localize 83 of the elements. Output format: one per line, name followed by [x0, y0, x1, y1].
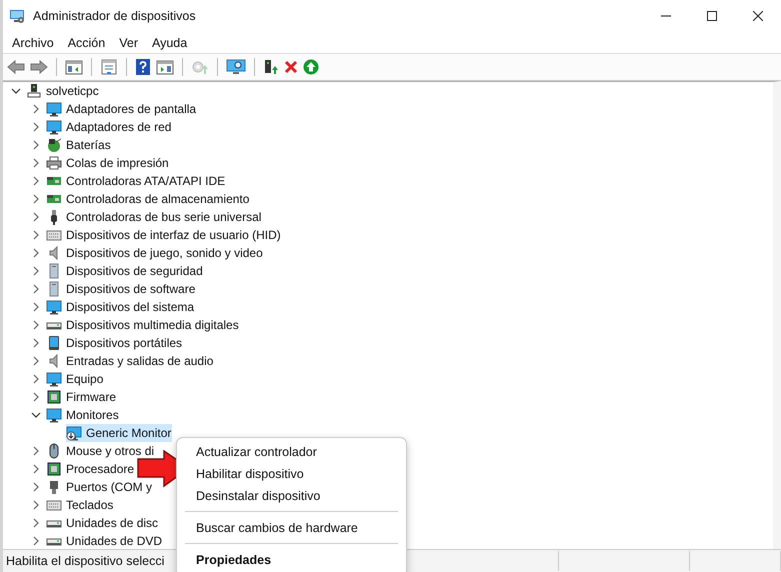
menu-item[interactable]: Desinstalar dispositivo — [185, 485, 398, 507]
chevron-icon[interactable] — [31, 140, 41, 150]
chip-icon — [46, 461, 62, 477]
tree-item[interactable]: Entradas y salidas de audio — [46, 352, 214, 370]
chevron-icon[interactable] — [31, 446, 41, 456]
chevron-icon[interactable] — [31, 122, 41, 132]
chevron-icon[interactable] — [31, 392, 41, 402]
chevron-icon[interactable] — [31, 176, 41, 186]
pane-icon[interactable] — [156, 59, 174, 75]
maximize-icon — [707, 11, 717, 21]
tree-item[interactable]: Puertos (COM y — [46, 478, 154, 496]
help-icon[interactable] — [135, 59, 151, 75]
menu-item[interactable]: Buscar cambios de hardware — [185, 517, 398, 539]
pane-icon[interactable] — [65, 59, 83, 75]
monitor-icon — [46, 101, 62, 117]
chevron-icon[interactable] — [31, 410, 41, 420]
tree-item[interactable]: Dispositivos multimedia digitales — [46, 316, 240, 334]
tree-item[interactable]: Equipo — [46, 370, 104, 388]
tree-item[interactable]: Adaptadores de pantalla — [46, 100, 198, 118]
chevron-icon[interactable] — [31, 266, 41, 276]
chevron-icon[interactable] — [31, 230, 41, 240]
chevron-icon[interactable] — [31, 356, 41, 366]
tree-item[interactable]: Unidades de disc — [46, 514, 160, 532]
tree-item[interactable]: Monitores — [46, 406, 120, 424]
forward-icon[interactable] — [30, 59, 48, 75]
chevron-icon[interactable] — [31, 212, 41, 222]
menu-item[interactable]: Propiedades — [185, 549, 398, 571]
monitor-icon — [46, 119, 62, 135]
tree-item[interactable]: Baterías — [46, 136, 112, 154]
tree-item[interactable]: Dispositivos de seguridad — [46, 262, 204, 280]
tree-item[interactable]: Adaptadores de red — [46, 118, 172, 136]
chevron-icon[interactable] — [31, 338, 41, 348]
menu-item[interactable]: Ver — [112, 32, 145, 53]
menu-item[interactable]: Ayuda — [144, 32, 194, 53]
menu-item[interactable]: Habilitar dispositivo — [185, 463, 398, 485]
chip-icon — [46, 389, 62, 405]
chevron-icon[interactable] — [31, 320, 41, 330]
battery-icon — [46, 137, 62, 153]
close-icon[interactable] — [284, 60, 298, 74]
status-text: Habilita el dispositivo selecci — [6, 554, 164, 568]
chevron-icon[interactable] — [31, 536, 41, 546]
tree-item[interactable]: Unidades de DVD — [46, 532, 164, 549]
tree-item[interactable]: Firmware — [46, 388, 117, 406]
chevron-icon[interactable] — [31, 464, 41, 474]
window-title: Administrador de dispositivos — [33, 9, 196, 23]
close-icon — [753, 11, 763, 21]
tablet-icon — [46, 335, 62, 351]
monitor-icon — [46, 407, 62, 423]
monitor-icon — [46, 371, 62, 387]
monitor-search-icon[interactable] — [226, 59, 246, 75]
chevron-icon[interactable] — [31, 518, 41, 528]
chevron-icon[interactable] — [31, 500, 41, 510]
tree-item[interactable]: Mouse y otros di — [46, 442, 156, 460]
chevron-icon[interactable] — [31, 104, 41, 114]
tree-item[interactable]: Dispositivos del sistema — [46, 298, 196, 316]
chevron-icon[interactable] — [31, 158, 41, 168]
chevron-icon[interactable] — [31, 302, 41, 312]
chevron-icon[interactable] — [31, 374, 41, 384]
chevron-icon[interactable] — [31, 284, 41, 294]
back-icon[interactable] — [7, 59, 25, 75]
device-add-icon[interactable] — [263, 59, 279, 75]
tree-item[interactable]: Dispositivos portátiles — [46, 334, 184, 352]
printer-icon — [46, 155, 62, 171]
device-manager-icon — [9, 8, 25, 24]
tree-item[interactable]: Controladoras de bus serie universal — [46, 208, 262, 226]
menu-item[interactable]: Actualizar controlador — [185, 441, 398, 463]
menu-item[interactable]: Archivo — [5, 32, 61, 53]
tree-item[interactable]: Colas de impresión — [46, 154, 170, 172]
chevron-icon[interactable] — [11, 86, 21, 96]
tree-item[interactable]: Dispositivos de juego, sonido y video — [46, 244, 264, 262]
tree-item[interactable]: Controladoras de almacenamiento — [46, 190, 250, 208]
tree-item[interactable]: Procesadore — [46, 460, 136, 478]
tree-item[interactable]: Dispositivos de software — [46, 280, 196, 298]
tree-item[interactable]: Controladoras ATA/ATAPI IDE — [46, 172, 226, 190]
properties-icon[interactable] — [100, 59, 118, 75]
chevron-icon[interactable] — [31, 482, 41, 492]
tree-item[interactable]: Dispositivos de interfaz de usuario (HID) — [46, 226, 282, 244]
monitor-icon — [46, 299, 62, 315]
tree-item[interactable]: solveticpc — [26, 82, 100, 100]
chevron-icon[interactable] — [31, 194, 41, 204]
chevron-icon[interactable] — [31, 248, 41, 258]
menu-item[interactable]: Acción — [60, 32, 112, 53]
tree-item[interactable]: Teclados — [46, 496, 114, 514]
